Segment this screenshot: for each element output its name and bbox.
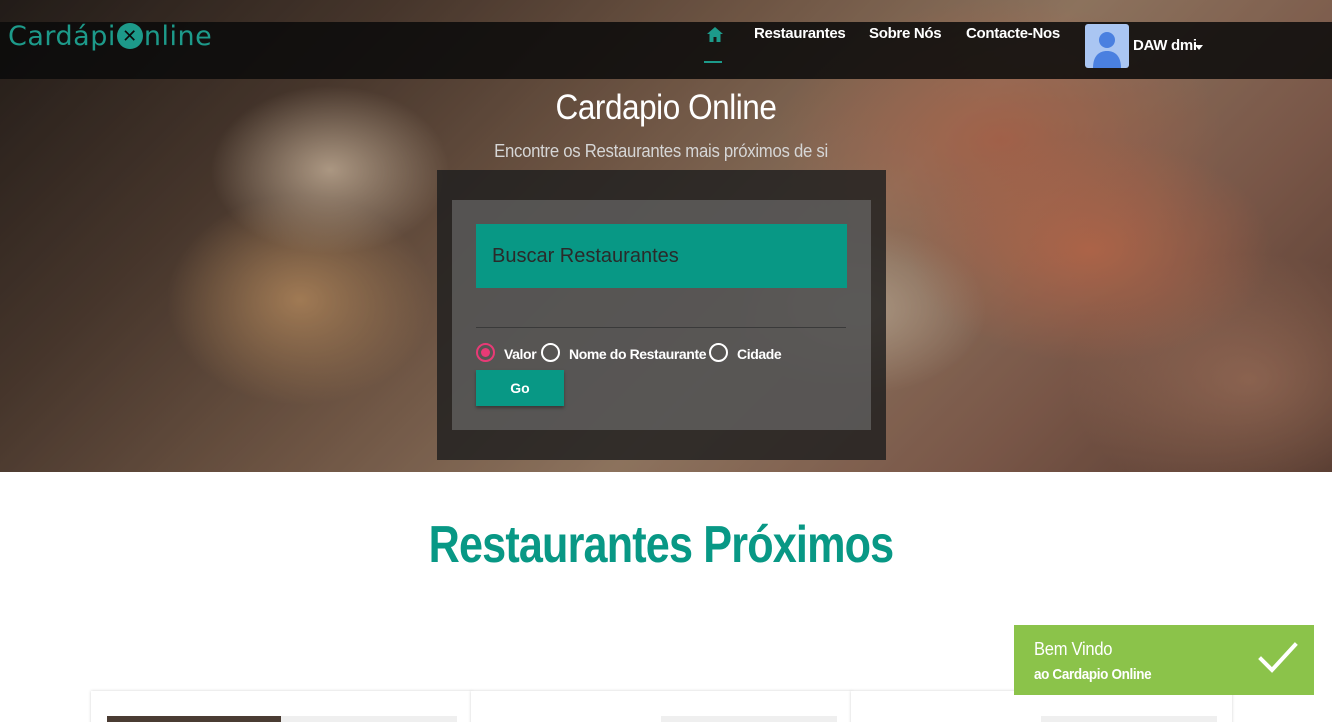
radio-label-nome-restaurante: Nome do Restaurante — [569, 346, 707, 362]
radio-cidade[interactable] — [709, 343, 728, 362]
radio-label-valor: Valor — [504, 346, 537, 362]
go-button[interactable]: Go — [476, 370, 564, 406]
active-indicator — [704, 61, 722, 63]
restaurant-card-image — [107, 716, 281, 722]
search-input[interactable] — [476, 224, 847, 288]
page-title: Cardapio Online — [555, 88, 777, 127]
restaurant-card[interactable] — [471, 691, 852, 722]
radio-valor[interactable] — [476, 343, 495, 362]
restaurant-card[interactable] — [91, 691, 472, 722]
avatar-silhouette-icon — [1093, 32, 1121, 68]
nav-contacte-nos[interactable]: Contacte-Nos — [966, 25, 1060, 42]
toast-message: ao Cardapio Online — [1034, 666, 1152, 683]
search-divider — [476, 327, 846, 328]
chevron-down-icon[interactable] — [1195, 45, 1203, 50]
radio-label-cidade: Cidade — [737, 346, 782, 362]
restaurant-card[interactable] — [851, 691, 1232, 722]
page-subtitle: Encontre os Restaurantes mais próximos d… — [494, 141, 828, 161]
welcome-toast[interactable]: Bem Vindo ao Cardapio Online — [1014, 625, 1314, 695]
home-icon — [707, 27, 723, 42]
nav-restaurantes[interactable]: Restaurantes — [754, 25, 846, 42]
toast-title: Bem Vindo — [1034, 639, 1113, 659]
radio-nome-restaurante[interactable] — [541, 343, 560, 362]
nav-sobre-nos[interactable]: Sobre Nós — [869, 25, 942, 42]
user-menu[interactable]: DAW dmi — [1133, 37, 1197, 54]
main-nav: Restaurantes Sobre Nós Contacte-Nos DAW … — [0, 22, 1332, 79]
user-avatar-icon[interactable] — [1085, 24, 1129, 68]
nav-home[interactable] — [704, 22, 726, 79]
restaurant-card-header — [1041, 716, 1217, 722]
restaurant-card-header — [281, 716, 457, 722]
restaurant-card-header — [661, 716, 837, 722]
section-title: Restaurantes Próximos — [428, 516, 895, 574]
check-icon — [1258, 642, 1298, 673]
